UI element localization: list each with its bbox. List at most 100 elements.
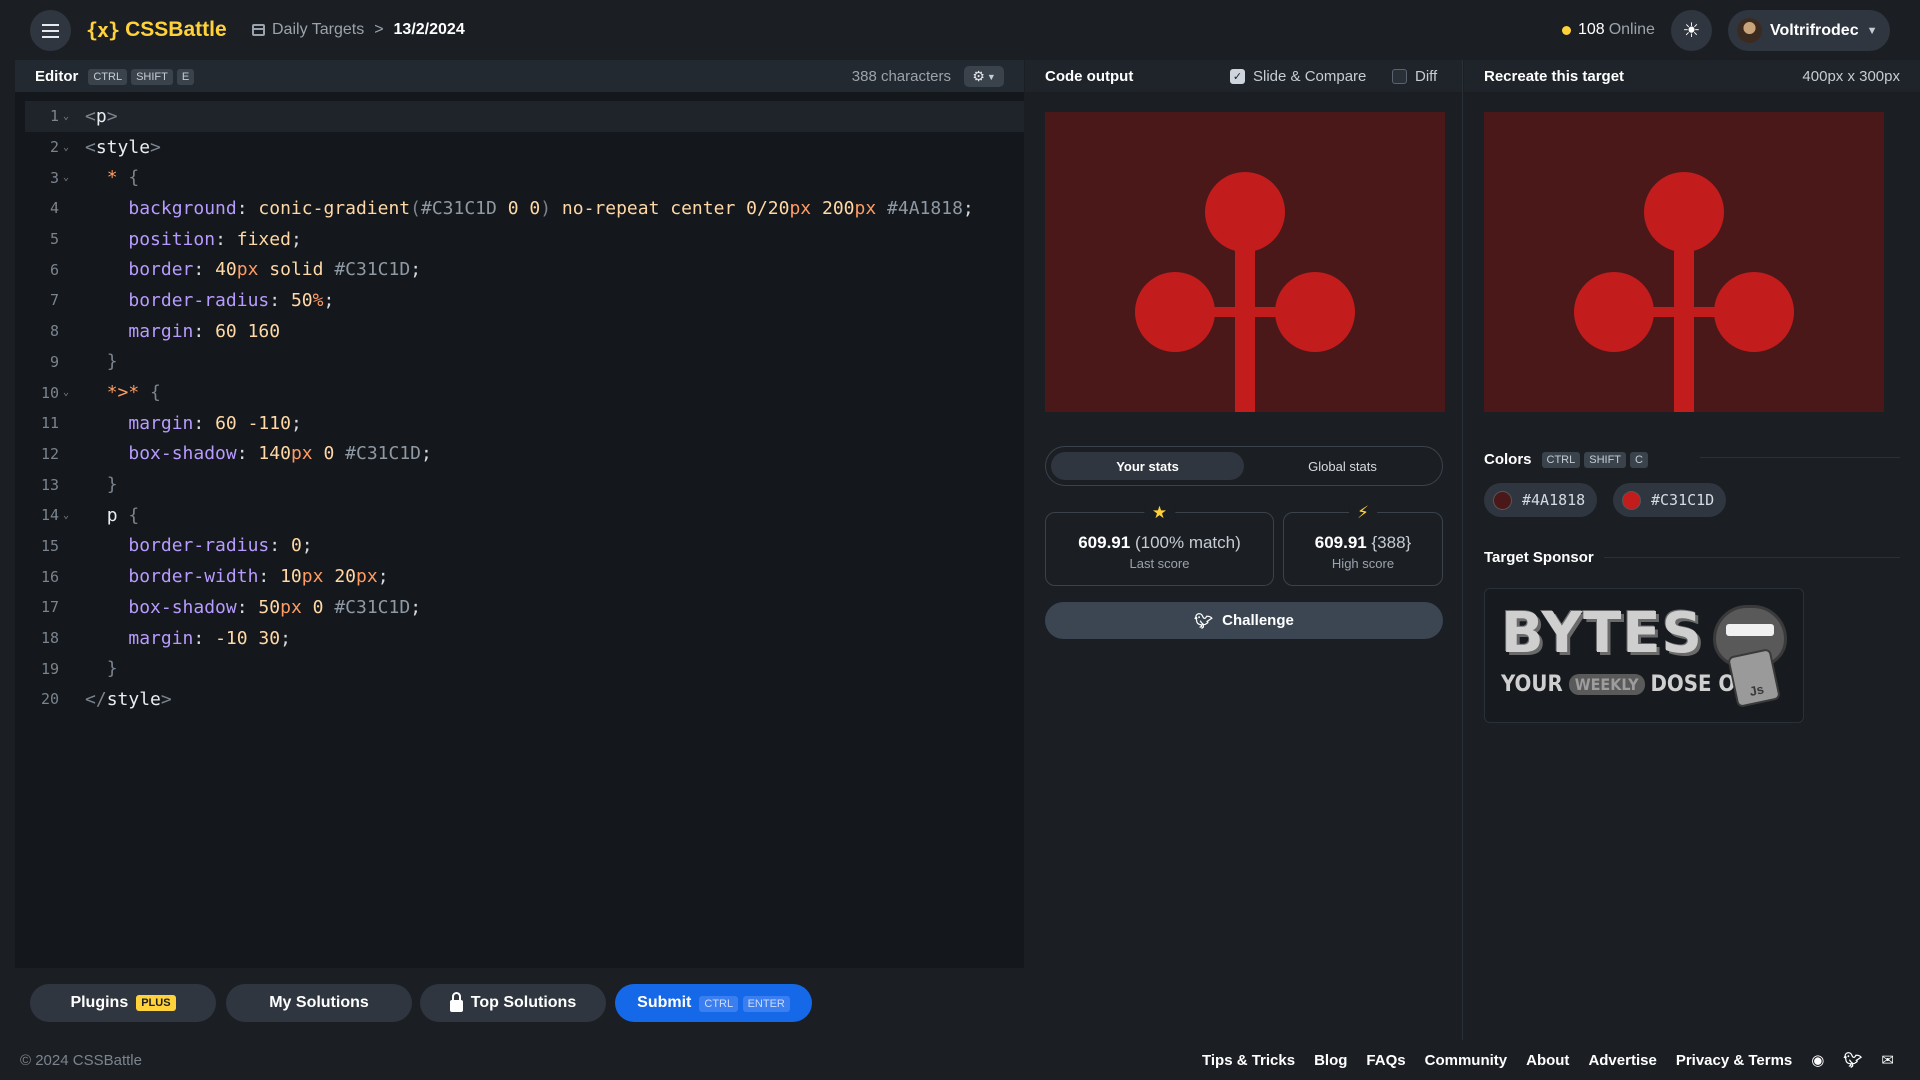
online-dot-icon	[1562, 25, 1571, 35]
color-code: #C31C1D	[1651, 491, 1715, 509]
footer-link-advertise[interactable]: Advertise	[1588, 1052, 1656, 1069]
code-text: }	[106, 658, 118, 680]
challenge-button[interactable]: 🐦︎ Challenge	[1045, 602, 1443, 639]
code-line[interactable]: 10 ⌄ *>* {	[25, 377, 1024, 408]
code-line[interactable]: 7 border-radius: 50%;	[25, 285, 1024, 316]
colors-heading: Colors CTRL SHIFT C	[1484, 450, 1648, 468]
breadcrumb: Daily Targets > 13/2/2024	[252, 19, 465, 41]
diff-toggle[interactable]: Diff	[1392, 68, 1437, 85]
sponsor-banner[interactable]: BYTES YOUR WEEKLY DOSE OF	[1484, 588, 1804, 723]
code-line[interactable]: 18 margin: -10 30;	[25, 623, 1024, 654]
fold-chevron-icon[interactable]: ⌄	[63, 111, 73, 122]
footer-link-about[interactable]: About	[1526, 1052, 1569, 1069]
stats-tabs: Your stats Global stats	[1045, 446, 1443, 486]
code-text: *>* {	[106, 382, 161, 404]
line-number: 2	[49, 138, 59, 157]
code-line[interactable]: 12 box-shadow: 140px 0 #C31C1D;	[25, 439, 1024, 470]
submit-button[interactable]: Submit CTRL ENTER	[615, 984, 812, 1022]
code-line[interactable]: 4 background: conic-gradient(#C31C1D 0 0…	[25, 193, 1024, 224]
shortcut-key: CTRL	[699, 996, 739, 1012]
breadcrumb-daily-targets[interactable]: Daily Targets	[252, 21, 364, 39]
user-menu-button[interactable]: Voltrifrodec ▼	[1728, 10, 1890, 51]
online-indicator: 108 Online	[1562, 19, 1655, 41]
code-line[interactable]: 16 border-width: 10px 20px;	[25, 561, 1024, 592]
code-text: <style>	[85, 136, 161, 158]
sponsor-tagline: YOUR WEEKLY DOSE OF	[1501, 672, 1749, 697]
color-dot-icon	[1622, 490, 1641, 510]
footer-link-blog[interactable]: Blog	[1314, 1052, 1347, 1069]
target-canvas[interactable]	[1484, 112, 1884, 412]
line-number: 6	[49, 260, 59, 279]
code-line[interactable]: 19 }	[25, 653, 1024, 684]
character-count: 388 characters	[851, 68, 951, 85]
plugins-label: Plugins	[70, 994, 129, 1011]
code-output-canvas[interactable]	[1045, 112, 1445, 412]
code-line[interactable]: 14 ⌄ p {	[25, 500, 1024, 531]
last-score-match: (100% match)	[1134, 533, 1241, 552]
top-header: {x} CSSBattle Daily Targets > 13/2/2024 …	[0, 0, 1920, 60]
code-line[interactable]: 11 margin: 60 -110;	[25, 408, 1024, 439]
target-header: Recreate this target 400px x 300px	[1464, 60, 1920, 92]
shortcut-key: CTRL	[88, 69, 128, 85]
code-line[interactable]: 9 }	[25, 347, 1024, 378]
tab-global-stats[interactable]: Global stats	[1246, 452, 1439, 480]
discord-icon[interactable]: ◉	[1811, 1051, 1824, 1069]
code-line[interactable]: 17 box-shadow: 50px 0 #C31C1D;	[25, 592, 1024, 623]
slide-compare-toggle[interactable]: ✓ Slide & Compare	[1230, 68, 1366, 85]
twitter-icon: 🐦︎	[1194, 612, 1214, 630]
last-score-label: Last score	[1129, 556, 1190, 571]
tab-your-stats[interactable]: Your stats	[1051, 452, 1244, 480]
code-line[interactable]: 15 border-radius: 0;	[25, 531, 1024, 562]
checkbox-checked-icon[interactable]: ✓	[1230, 69, 1245, 84]
footer-link-community[interactable]: Community	[1425, 1052, 1508, 1069]
footer-link-tips[interactable]: Tips & Tricks	[1202, 1052, 1295, 1069]
checkbox-icon[interactable]	[1392, 69, 1407, 84]
target-panel: Recreate this target 400px x 300px Color…	[1464, 60, 1920, 1040]
line-number: 16	[40, 567, 59, 586]
output-header: Code output ✓ Slide & Compare Diff	[1025, 60, 1462, 92]
mail-icon[interactable]: ✉	[1881, 1051, 1894, 1069]
fold-chevron-icon[interactable]: ⌄	[63, 142, 73, 153]
color-swatch-fg[interactable]: #C31C1D	[1613, 483, 1727, 517]
logo-text: CSSBattle	[125, 18, 227, 41]
line-number: 10	[40, 383, 59, 402]
color-swatch-bg[interactable]: #4A1818	[1484, 483, 1598, 517]
footer-link-privacy[interactable]: Privacy & Terms	[1676, 1052, 1792, 1069]
code-line[interactable]: 5 position: fixed;	[25, 224, 1024, 255]
slide-compare-label: Slide & Compare	[1253, 68, 1367, 85]
code-line[interactable]: 13 }	[25, 469, 1024, 500]
code-line[interactable]: 3 ⌄ * {	[25, 162, 1024, 193]
top-solutions-button[interactable]: Top Solutions	[420, 984, 606, 1022]
code-line[interactable]: 6 border: 40px solid #C31C1D;	[25, 254, 1024, 285]
code-text: box-shadow: 140px 0 #C31C1D;	[128, 443, 432, 465]
copyright: © 2024 CSSBattle	[20, 1052, 142, 1069]
shortcut-key: CTRL	[1541, 452, 1581, 468]
menu-button[interactable]	[30, 10, 71, 51]
code-editor[interactable]: 1 ⌄ <p> 2 ⌄ <style> 3 ⌄ * { 4 background: con…	[25, 101, 1024, 715]
breadcrumb-current: 13/2/2024	[393, 21, 465, 38]
line-number: 15	[40, 536, 59, 555]
logo[interactable]: {x} CSSBattle	[86, 15, 227, 45]
sponsor-mascot-icon	[1713, 605, 1787, 667]
code-text: }	[106, 474, 118, 496]
theme-toggle-button[interactable]: ☀	[1671, 10, 1712, 51]
sponsor-weekly: WEEKLY	[1568, 674, 1645, 695]
code-line[interactable]: 20 </style>	[25, 684, 1024, 715]
plus-badge: PLUS	[136, 995, 176, 1011]
code-line[interactable]: 8 margin: 60 160	[25, 316, 1024, 347]
editor-settings-button[interactable]: ⚙ ▼	[964, 66, 1004, 87]
twitter-icon[interactable]: 🐦︎	[1843, 1051, 1862, 1069]
line-number: 19	[40, 659, 59, 678]
output-title: Code output	[1045, 67, 1134, 85]
fold-chevron-icon[interactable]: ⌄	[63, 172, 73, 183]
code-text: </style>	[85, 688, 172, 710]
footer-link-faqs[interactable]: FAQs	[1366, 1052, 1405, 1069]
fold-chevron-icon[interactable]: ⌄	[63, 387, 73, 398]
line-number: 7	[49, 291, 59, 310]
code-line[interactable]: 2 ⌄ <style>	[25, 132, 1024, 163]
star-icon: ★	[1143, 503, 1176, 523]
code-line[interactable]: 1 ⌄ <p>	[25, 101, 1024, 132]
my-solutions-button[interactable]: My Solutions	[226, 984, 412, 1022]
fold-chevron-icon[interactable]: ⌄	[63, 510, 73, 521]
plugins-button[interactable]: Plugins PLUS	[30, 984, 216, 1022]
